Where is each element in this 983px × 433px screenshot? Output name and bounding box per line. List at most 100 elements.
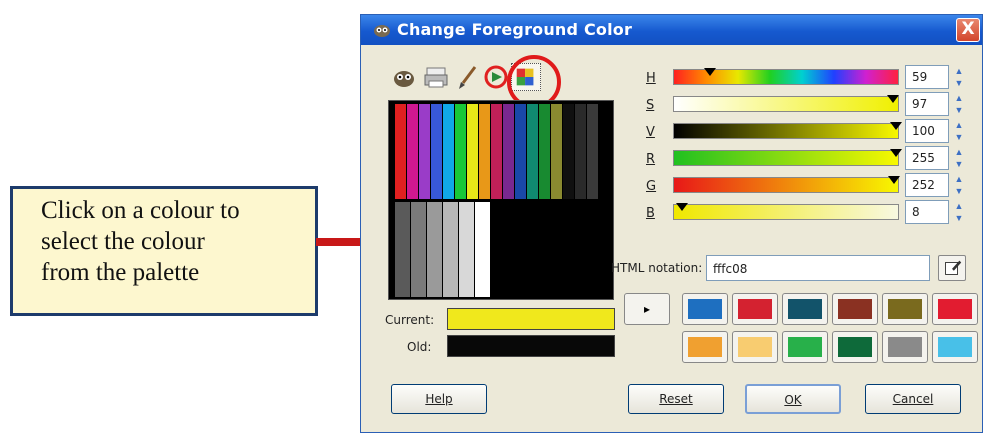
brush-icon[interactable] bbox=[453, 63, 483, 91]
help-label: Help bbox=[425, 392, 453, 406]
palette-swatch[interactable] bbox=[491, 104, 502, 199]
b-spin-arrows[interactable]: ▲ ▼ bbox=[952, 200, 966, 224]
spin-down-icon[interactable]: ▼ bbox=[952, 158, 966, 170]
spin-up-icon[interactable]: ▲ bbox=[952, 119, 966, 131]
history-swatch[interactable] bbox=[682, 293, 728, 325]
history-swatch[interactable] bbox=[782, 331, 828, 363]
spin-up-icon[interactable]: ▲ bbox=[952, 200, 966, 212]
history-swatch[interactable] bbox=[732, 293, 778, 325]
history-swatch-color bbox=[888, 337, 922, 357]
spin-down-icon[interactable]: ▼ bbox=[952, 131, 966, 143]
close-icon: X bbox=[961, 19, 975, 39]
palette-swatch[interactable] bbox=[427, 202, 442, 297]
palette-swatch[interactable] bbox=[431, 104, 442, 199]
s-spinbox[interactable]: 97 bbox=[905, 92, 949, 116]
callout-line: select the colour bbox=[41, 228, 205, 255]
palette-swatch[interactable] bbox=[407, 104, 418, 199]
palette-swatch[interactable] bbox=[479, 104, 490, 199]
help-button[interactable]: Help bbox=[391, 384, 487, 414]
printer-icon[interactable] bbox=[421, 63, 451, 91]
palette-swatch[interactable] bbox=[443, 104, 454, 199]
history-swatch[interactable] bbox=[782, 293, 828, 325]
v-spin-arrows[interactable]: ▲ ▼ bbox=[952, 119, 966, 143]
spin-up-icon[interactable]: ▲ bbox=[952, 92, 966, 104]
spin-up-icon[interactable]: ▲ bbox=[952, 65, 966, 77]
history-arrow-button[interactable]: ▸ bbox=[624, 293, 670, 325]
slider-marker[interactable] bbox=[890, 149, 902, 157]
slider-marker[interactable] bbox=[888, 176, 900, 184]
history-swatch-color bbox=[788, 337, 822, 357]
palette-swatch[interactable] bbox=[527, 104, 538, 199]
b-spinbox[interactable]: 8 bbox=[905, 200, 949, 224]
change-foreground-color-dialog: Change Foreground Color X Current: Old: … bbox=[360, 14, 983, 433]
r-spin-arrows[interactable]: ▲ ▼ bbox=[952, 146, 966, 170]
palette-swatch[interactable] bbox=[587, 104, 598, 199]
r-spinbox[interactable]: 255 bbox=[905, 146, 949, 170]
callout-line: from the palette bbox=[41, 259, 200, 286]
spin-up-icon[interactable]: ▲ bbox=[952, 146, 966, 158]
html-notation-label: HTML notation: bbox=[611, 261, 703, 275]
palette-swatch[interactable] bbox=[503, 104, 514, 199]
callout-box: Click on a colour to select the colour f… bbox=[10, 186, 318, 316]
palette-swatch[interactable] bbox=[395, 104, 406, 199]
history-swatch[interactable] bbox=[732, 331, 778, 363]
s-slider[interactable] bbox=[673, 95, 899, 112]
slider-marker[interactable] bbox=[887, 95, 899, 103]
palette-swatch[interactable] bbox=[459, 202, 474, 297]
palette-swatch[interactable] bbox=[443, 202, 458, 297]
spin-down-icon[interactable]: ▼ bbox=[952, 212, 966, 224]
old-color-swatch bbox=[447, 335, 615, 357]
palette-swatch[interactable] bbox=[475, 202, 490, 297]
palette-swatch[interactable] bbox=[551, 104, 562, 199]
g-spinbox[interactable]: 252 bbox=[905, 173, 949, 197]
g-slider[interactable] bbox=[673, 176, 900, 193]
channel-label-h: H bbox=[646, 71, 656, 86]
history-swatch[interactable] bbox=[832, 293, 878, 325]
h-slider[interactable] bbox=[673, 68, 899, 85]
title-bar[interactable]: Change Foreground Color X bbox=[361, 15, 982, 45]
channel-label-r: R bbox=[646, 152, 656, 167]
s-spin-arrows[interactable]: ▲ ▼ bbox=[952, 92, 966, 116]
history-swatch[interactable] bbox=[932, 331, 978, 363]
history-swatch[interactable] bbox=[882, 293, 928, 325]
h-spin-arrows[interactable]: ▲ ▼ bbox=[952, 65, 966, 89]
spin-down-icon[interactable]: ▼ bbox=[952, 77, 966, 89]
history-swatch[interactable] bbox=[682, 331, 728, 363]
cancel-button[interactable]: Cancel bbox=[865, 384, 961, 414]
history-swatch[interactable] bbox=[932, 293, 978, 325]
palette-swatch[interactable] bbox=[515, 104, 526, 199]
channel-label-g: G bbox=[646, 179, 657, 194]
palette-swatch[interactable] bbox=[575, 104, 586, 199]
v-spinbox[interactable]: 100 bbox=[905, 119, 949, 143]
palette-swatch[interactable] bbox=[563, 104, 574, 199]
spin-up-icon[interactable]: ▲ bbox=[952, 173, 966, 185]
palette-swatch[interactable] bbox=[467, 104, 478, 199]
r-slider[interactable] bbox=[673, 149, 902, 166]
palette-swatch[interactable] bbox=[539, 104, 550, 199]
v-slider[interactable] bbox=[673, 122, 902, 139]
h-spinbox[interactable]: 59 bbox=[905, 65, 949, 89]
ok-button[interactable]: OK bbox=[745, 384, 841, 414]
g-spin-arrows[interactable]: ▲ ▼ bbox=[952, 173, 966, 197]
slider-marker[interactable] bbox=[890, 122, 902, 130]
palette-swatch[interactable] bbox=[411, 202, 426, 297]
b-slider[interactable] bbox=[673, 203, 899, 220]
palette-swatch[interactable] bbox=[395, 202, 410, 297]
spin-down-icon[interactable]: ▼ bbox=[952, 104, 966, 116]
palette-swatch[interactable] bbox=[455, 104, 466, 199]
current-color-swatch bbox=[447, 308, 615, 330]
palette-swatch[interactable] bbox=[419, 104, 430, 199]
html-notation-input[interactable]: fffc08 bbox=[706, 255, 930, 281]
slider-marker[interactable] bbox=[676, 203, 688, 211]
slider-marker[interactable] bbox=[704, 68, 716, 76]
eyedropper-icon[interactable] bbox=[938, 255, 966, 281]
color-palette[interactable] bbox=[388, 100, 614, 300]
history-swatch[interactable] bbox=[882, 331, 928, 363]
reset-button[interactable]: Reset bbox=[628, 384, 724, 414]
spin-down-icon[interactable]: ▼ bbox=[952, 185, 966, 197]
history-swatch[interactable] bbox=[832, 331, 878, 363]
reset-label: Reset bbox=[659, 392, 693, 406]
gimp-selector-icon[interactable] bbox=[389, 63, 419, 91]
close-button[interactable]: X bbox=[956, 18, 980, 42]
callout-line: Click on a colour to bbox=[41, 197, 240, 224]
